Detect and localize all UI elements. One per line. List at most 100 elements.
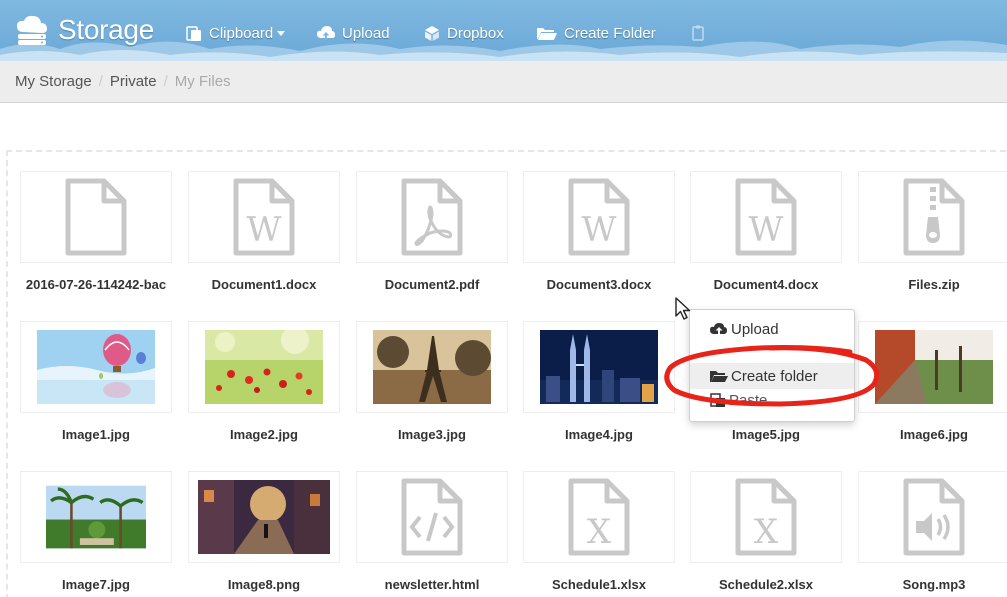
file-tile[interactable]: Image2.jpg (188, 321, 340, 442)
file-tile[interactable]: Song.mp3 (858, 471, 1007, 592)
eiffel-tower-thumbnail (373, 330, 491, 404)
file-tile[interactable]: Files.zip (858, 171, 1007, 292)
file-thumbnail[interactable] (188, 471, 340, 563)
palm-garden-thumbnail (46, 485, 146, 549)
dropbox-label: Dropbox (447, 24, 504, 42)
paste-button[interactable] (690, 22, 714, 44)
file-name: Image7.jpg (62, 577, 130, 592)
file-icon (65, 178, 127, 256)
file-thumbnail[interactable] (356, 471, 508, 563)
file-name: Schedule1.xlsx (552, 577, 646, 592)
file-name: newsletter.html (384, 577, 480, 592)
file-tile[interactable]: Image6.jpg (858, 321, 1007, 442)
breadcrumb-separator: / (98, 73, 103, 90)
svg-text:X: X (754, 512, 779, 552)
context-menu-create-folder[interactable]: Create folder (690, 363, 854, 389)
context-menu-paste[interactable]: Paste (690, 391, 854, 409)
file-tile[interactable]: Image4.jpg (523, 321, 675, 442)
city-night-thumbnail (540, 330, 658, 404)
file-thumbnail[interactable] (523, 321, 675, 413)
file-thumbnail[interactable] (858, 321, 1007, 413)
dropbox-icon (425, 26, 439, 41)
file-thumbnail[interactable] (20, 471, 172, 563)
file-name: Image4.jpg (565, 427, 633, 442)
svg-text:X: X (587, 512, 612, 552)
clipboard-menu[interactable]: Clipboard (185, 22, 286, 44)
file-name: Image8.png (227, 577, 301, 592)
file-name: Image6.jpg (900, 427, 968, 442)
file-tile[interactable]: W Document3.docx (523, 171, 675, 292)
street-thumbnail (198, 480, 330, 554)
file-thumbnail[interactable] (356, 171, 508, 263)
file-thumbnail[interactable]: W (523, 171, 675, 263)
file-tile[interactable]: W Document1.docx (188, 171, 340, 292)
file-tile[interactable]: Image1.jpg (20, 321, 172, 442)
file-thumbnail[interactable] (20, 321, 172, 413)
file-tile[interactable]: Image8.png (188, 471, 340, 592)
file-thumbnail[interactable]: X (690, 471, 842, 563)
app-title: Storage (58, 14, 154, 45)
create-folder-label: Create Folder (564, 24, 656, 42)
file-thumbnail[interactable]: W (690, 171, 842, 263)
cloud-upload-icon (317, 26, 335, 40)
file-name: Document1.docx (211, 277, 317, 292)
context-menu-upload[interactable]: Upload (690, 316, 854, 342)
file-thumbnail[interactable] (858, 171, 1007, 263)
code-file-icon (401, 478, 463, 556)
mouse-cursor-icon (675, 297, 691, 320)
file-tile[interactable]: X Schedule1.xlsx (523, 471, 675, 592)
file-name: Document2.pdf (384, 277, 480, 292)
breadcrumb-my-storage[interactable]: My Storage (15, 73, 92, 90)
context-menu-label: Upload (731, 320, 779, 338)
cloud-upload-icon (710, 323, 727, 335)
file-tile[interactable]: Image3.jpg (356, 321, 508, 442)
svg-text:W: W (749, 210, 784, 250)
file-name: Image1.jpg (62, 427, 130, 442)
file-name: Files.zip (908, 277, 960, 292)
brand[interactable]: Storage (14, 12, 154, 48)
word-file-icon: W (568, 178, 630, 256)
file-name: Image3.jpg (398, 427, 466, 442)
file-name: Document3.docx (546, 277, 652, 292)
file-thumbnail[interactable] (858, 471, 1007, 563)
file-thumbnail[interactable] (188, 321, 340, 413)
context-menu-label: Create folder (731, 367, 818, 385)
upload-label: Upload (342, 24, 390, 42)
clipboard-icon (186, 26, 201, 41)
file-name: Song.mp3 (902, 577, 966, 592)
context-menu-label: Paste (729, 391, 768, 409)
file-tile[interactable]: X Schedule2.xlsx (690, 471, 842, 592)
file-tile[interactable]: W Document4.docx (690, 171, 842, 292)
file-tile[interactable]: 2016-07-26-114242-bac (20, 171, 172, 292)
file-tile[interactable]: Image7.jpg (20, 471, 172, 592)
file-name: Image5.jpg (732, 427, 800, 442)
file-tile[interactable]: newsletter.html (356, 471, 508, 592)
svg-text:W: W (247, 210, 282, 250)
file-thumbnail[interactable]: W (188, 171, 340, 263)
word-file-icon: W (233, 178, 295, 256)
file-thumbnail[interactable] (356, 321, 508, 413)
zip-file-icon (903, 178, 965, 256)
create-folder-button[interactable]: Create Folder (536, 22, 656, 44)
file-thumbnail[interactable] (20, 171, 172, 263)
upload-button[interactable]: Upload (316, 22, 390, 44)
paste-icon (692, 25, 704, 41)
file-thumbnail[interactable]: X (523, 471, 675, 563)
chevron-down-icon (277, 30, 286, 36)
paste-icon (710, 393, 725, 407)
app-header: Storage Clipboard Upload Dropbox Create … (0, 0, 1007, 61)
excel-file-icon: X (568, 478, 630, 556)
file-name: Image2.jpg (230, 427, 298, 442)
clipboard-label: Clipboard (209, 24, 274, 42)
context-menu: Upload Create folder Paste (689, 309, 855, 422)
folder-open-icon (537, 28, 557, 40)
svg-text:W: W (582, 210, 617, 250)
breadcrumb-separator: / (163, 73, 168, 90)
word-file-icon: W (735, 178, 797, 256)
audio-file-icon (903, 478, 965, 556)
breadcrumb-private[interactable]: Private (110, 73, 157, 90)
file-name: 2016-07-26-114242-bac (25, 277, 167, 292)
breadcrumb: My Storage / Private / My Files (0, 61, 1007, 103)
dropbox-button[interactable]: Dropbox (423, 22, 504, 44)
file-tile[interactable]: Document2.pdf (356, 171, 508, 292)
